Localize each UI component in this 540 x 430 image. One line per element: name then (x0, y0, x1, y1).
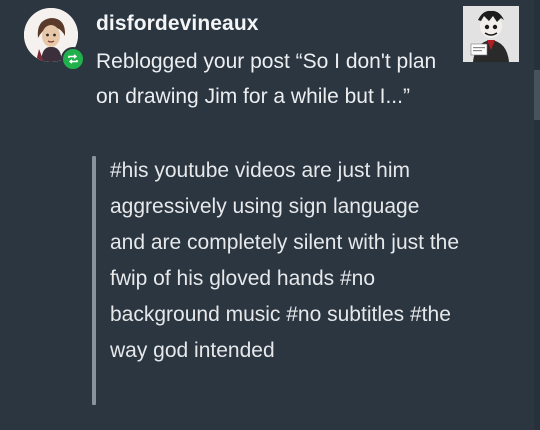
post-thumbnail[interactable] (463, 6, 519, 62)
reblog-message[interactable]: Reblogged your post “So I don't plan on … (96, 44, 456, 114)
scrollbar-track[interactable] (534, 0, 540, 430)
activity-item[interactable]: disfordevineaux Reblogged your post “So … (0, 0, 540, 430)
tags-quote-bar (92, 156, 96, 405)
username-link[interactable]: disfordevineaux (96, 12, 259, 36)
post-tags[interactable]: #his youtube videos are just him aggress… (110, 153, 460, 369)
post-thumbnail-icon (463, 6, 519, 62)
scrollbar-thumb[interactable] (534, 70, 540, 120)
reblog-icon (61, 47, 85, 71)
